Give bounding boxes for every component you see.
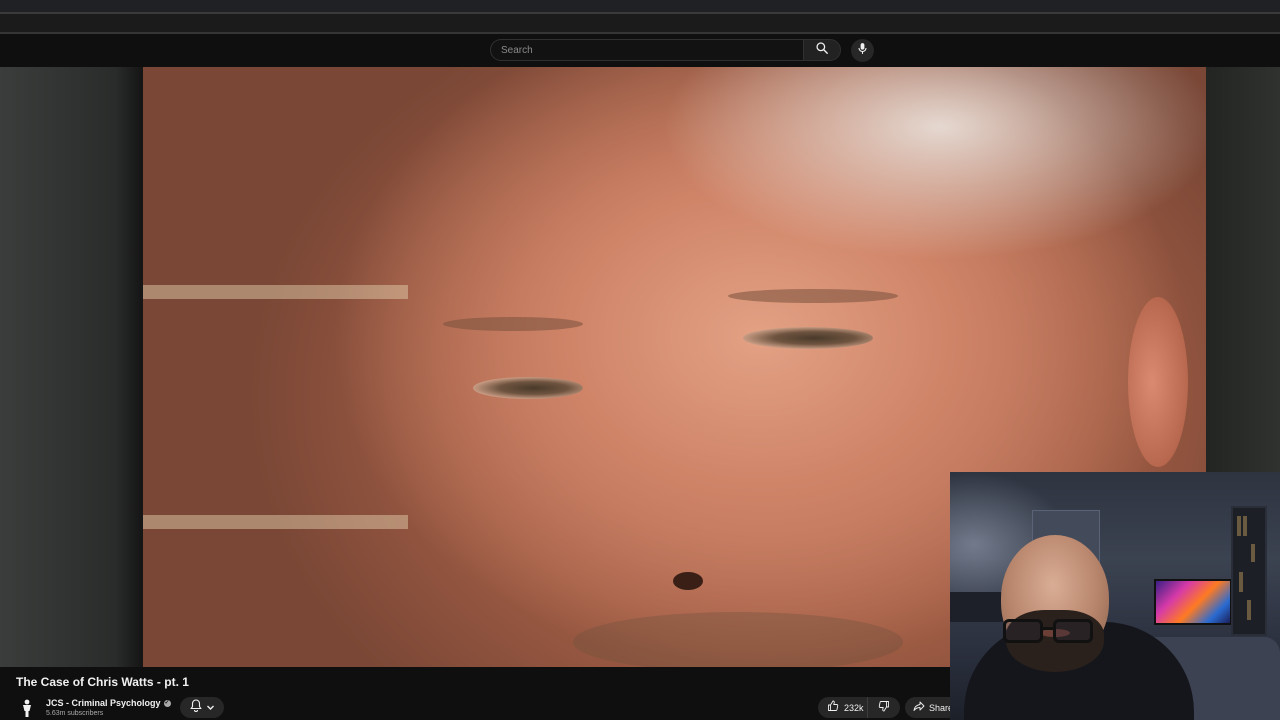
channel-name[interactable]: JCS - Criminal Psychology bbox=[46, 698, 161, 708]
face-eye bbox=[473, 377, 583, 399]
subscriber-count: 5.63m subscribers bbox=[46, 710, 104, 717]
window-blind-stripe bbox=[143, 515, 408, 529]
channel-name-row[interactable]: JCS - Criminal Psychology ✓ bbox=[46, 698, 171, 708]
browser-toolbar bbox=[0, 0, 1280, 14]
glasses-lens-right bbox=[1053, 619, 1093, 643]
thumbs-down-icon bbox=[878, 699, 890, 717]
figure-icon bbox=[23, 699, 31, 717]
search-button[interactable] bbox=[803, 39, 841, 61]
webcam-overlay bbox=[950, 472, 1280, 720]
bookshelf bbox=[1231, 506, 1267, 636]
face-brow bbox=[443, 317, 583, 331]
youtube-watch-page: The Case of Chris Watts - pt. 1 JCS - Cr… bbox=[0, 0, 1280, 720]
glasses-bridge bbox=[1042, 627, 1054, 630]
video-title: The Case of Chris Watts - pt. 1 bbox=[16, 675, 189, 689]
search-icon bbox=[815, 41, 829, 60]
book bbox=[1247, 600, 1251, 620]
dislike-button[interactable] bbox=[868, 697, 900, 718]
masthead bbox=[0, 34, 1280, 67]
voice-search-button[interactable] bbox=[851, 39, 874, 62]
chevron-down-icon bbox=[206, 699, 215, 717]
book bbox=[1243, 516, 1247, 536]
face-brow bbox=[728, 289, 898, 303]
tv-screen bbox=[1154, 579, 1232, 625]
face-ear bbox=[1128, 297, 1188, 467]
notification-bell-button[interactable] bbox=[180, 697, 224, 718]
window-blind-stripe bbox=[143, 285, 408, 299]
bell-icon bbox=[189, 698, 202, 717]
book bbox=[1239, 572, 1243, 592]
face-nostril bbox=[673, 572, 703, 590]
face-eye bbox=[743, 327, 873, 349]
like-count: 232k bbox=[844, 702, 864, 713]
book bbox=[1237, 516, 1241, 536]
share-arrow-icon bbox=[913, 699, 925, 717]
mic-icon bbox=[857, 42, 868, 60]
like-dislike-group: 232k bbox=[818, 697, 900, 718]
glasses-lens-left bbox=[1003, 619, 1043, 643]
book bbox=[1251, 544, 1255, 562]
verified-check-icon: ✓ bbox=[163, 699, 171, 707]
thumbs-up-icon bbox=[827, 699, 839, 717]
browser-tab-strip bbox=[0, 14, 1280, 34]
search-input[interactable] bbox=[490, 39, 803, 61]
channel-avatar[interactable] bbox=[16, 697, 38, 719]
face-stubble bbox=[573, 612, 903, 667]
like-button[interactable]: 232k bbox=[818, 697, 868, 718]
